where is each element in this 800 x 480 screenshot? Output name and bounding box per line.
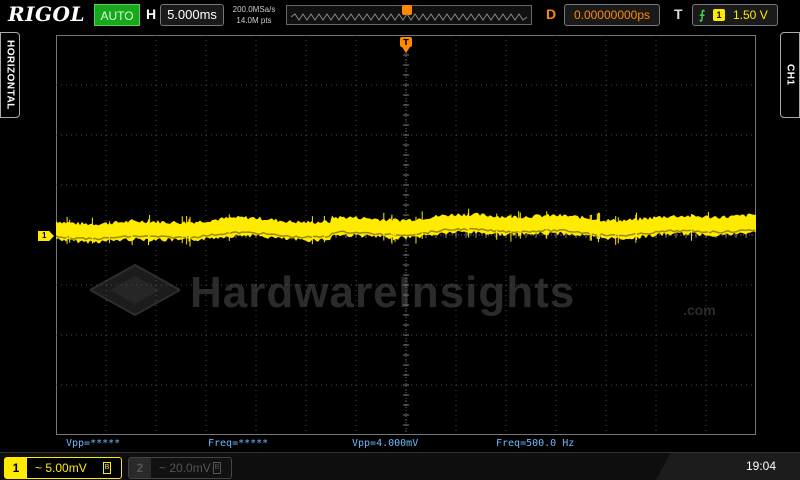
trigger-source-badge: 1 xyxy=(713,9,725,21)
trigger-position-icon[interactable]: T xyxy=(400,37,412,53)
trigger-level: 1.50 V xyxy=(733,8,768,22)
ch1-trace-band xyxy=(56,212,756,244)
memory-position-bar[interactable] xyxy=(286,5,532,25)
ch2-vertical-scale: ~ 20.0mV xyxy=(159,461,211,475)
ch2-settings-button[interactable]: 2 ~ 20.0mV B xyxy=(128,457,232,479)
channel-bar: 1 ~ 5.00mV B 2 ~ 20.0mV B 19:04 xyxy=(0,452,800,480)
ch1-number: 1 xyxy=(5,458,27,478)
ch2-bandwidth-limit-icon: B xyxy=(213,462,221,474)
ch1-vertical-scale: ~ 5.00mV xyxy=(35,461,87,475)
tab-ch1-label: CH1 xyxy=(784,64,796,86)
ch1-settings-button[interactable]: 1 ~ 5.00mV B xyxy=(4,457,122,479)
clock: 19:04 xyxy=(746,459,777,473)
status-bar: RIGOL AUTO H 5.000ms 200.0MSa/s 14.0M pt… xyxy=(0,0,800,30)
ch1-waveform xyxy=(56,208,756,247)
trigger-display[interactable]: ⨍ 1 1.50 V xyxy=(692,4,778,26)
tab-ch1[interactable]: CH1 xyxy=(780,32,800,118)
brand-logo: RIGOL xyxy=(8,2,86,26)
memory-depth: 14.0M pts xyxy=(236,16,272,25)
sample-rate: 200.0MSa/s xyxy=(232,5,276,14)
rising-edge-icon: ⨍ xyxy=(699,8,706,22)
run-mode-button[interactable]: AUTO xyxy=(94,4,140,26)
clock-panel xyxy=(656,453,800,480)
horizontal-label: H xyxy=(146,6,157,22)
delay-display[interactable]: 0.00000000ps xyxy=(564,4,660,26)
measurement-vpp[interactable]: Vpp=4.000mV xyxy=(352,438,418,449)
delay-label: D xyxy=(546,6,557,22)
tab-horizontal[interactable]: HORIZONTAL xyxy=(0,32,20,118)
measurement-freq-ch1[interactable]: Freq=***** xyxy=(208,438,268,449)
ch2-number: 2 xyxy=(129,458,151,478)
acquisition-info: 200.0MSa/s 14.0M pts xyxy=(228,4,280,26)
measurement-vpp-ch1[interactable]: Vpp=***** xyxy=(66,438,120,449)
ch1-offset-marker[interactable]: 1 xyxy=(38,231,54,241)
tab-horizontal-label: HORIZONTAL xyxy=(4,40,16,110)
trigger-label: T xyxy=(674,6,683,22)
measurement-freq[interactable]: Freq=500.0 Hz xyxy=(496,438,574,449)
timebase-display[interactable]: 5.000ms xyxy=(160,4,224,26)
svg-text:T: T xyxy=(403,38,409,47)
waveform-overview-icon xyxy=(291,13,528,21)
bandwidth-limit-icon: B xyxy=(103,462,111,474)
waveform-display[interactable] xyxy=(56,35,756,435)
